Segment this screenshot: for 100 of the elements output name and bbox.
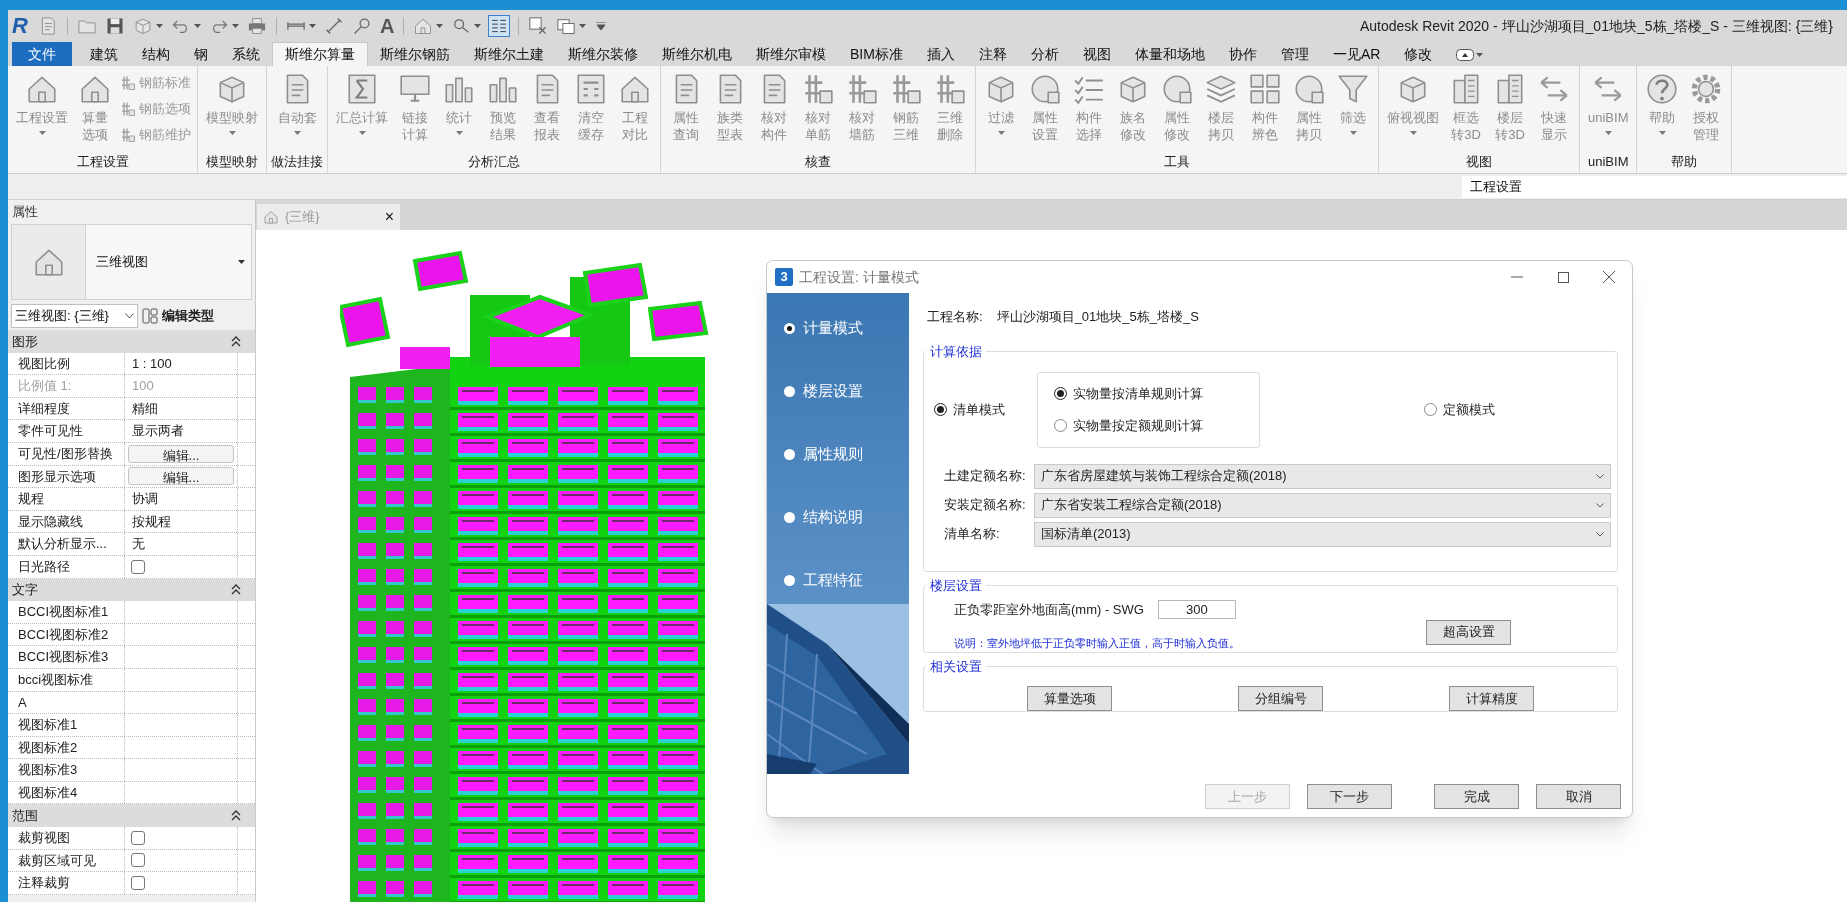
dialog-button[interactable]: 完成 xyxy=(1434,784,1519,809)
ribbon-tab[interactable]: 注释 xyxy=(966,42,1019,66)
ribbon-tab[interactable]: 管理 xyxy=(1268,42,1321,66)
ribbon-tab[interactable]: 斯维尔装修 xyxy=(556,42,650,66)
instance-select[interactable]: 三维视图: {三维} xyxy=(11,304,138,328)
property-name: 默认分析显示... xyxy=(8,533,125,555)
nav-item[interactable]: 楼层设置 xyxy=(784,379,909,403)
thin-lines-icon[interactable] xyxy=(489,16,510,36)
house-icon[interactable] xyxy=(413,16,434,36)
maximize-icon[interactable] xyxy=(1557,271,1569,283)
dialog-button[interactable]: 算量选项 xyxy=(1027,686,1112,711)
dialog-button[interactable]: 分组编号 xyxy=(1238,686,1323,711)
ribbon-tab[interactable]: 修改 xyxy=(1392,42,1445,66)
ribbon-tab[interactable]: 斯维尔审模 xyxy=(744,42,838,66)
section-header[interactable]: 文字 xyxy=(8,578,255,602)
close-icon[interactable] xyxy=(1603,271,1615,283)
caret-icon xyxy=(1658,131,1666,135)
house-icon xyxy=(263,209,279,225)
ribbon-tab[interactable]: 斯维尔算量 xyxy=(272,42,368,66)
collapse-icon[interactable] xyxy=(231,584,241,596)
property-value: 100 xyxy=(131,377,154,396)
nav-item[interactable]: 结构说明 xyxy=(784,505,909,529)
caret-icon xyxy=(156,24,163,28)
nav-item[interactable]: 计量模式 xyxy=(784,316,909,340)
text-tool[interactable]: A xyxy=(380,16,395,36)
ribbon-tab[interactable]: 视图 xyxy=(1070,42,1123,66)
ribbon-tab[interactable]: 系统 xyxy=(220,42,272,66)
radio-button[interactable]: 实物量按定额规则计算 xyxy=(1054,415,1259,435)
switch-windows-icon[interactable] xyxy=(556,16,577,36)
caret-icon xyxy=(194,24,201,28)
radio-button[interactable]: 实物量按清单规则计算 xyxy=(1054,384,1259,404)
group-title: 做法挂接 xyxy=(270,153,324,172)
ribbon-tab[interactable]: 斯维尔钢筋 xyxy=(368,42,462,66)
group-title: 视图 xyxy=(1465,153,1493,172)
section-header[interactable]: 图形 xyxy=(8,330,255,353)
group-title: 工具 xyxy=(1163,153,1191,172)
view-tab[interactable]: {三维} × xyxy=(257,204,400,230)
type-selector[interactable]: 三维视图 xyxy=(11,224,252,300)
ribbon-tab[interactable]: 钢 xyxy=(182,42,220,66)
dropdown-field[interactable]: 国标清单(2013) xyxy=(1034,521,1611,547)
ribbon-tab[interactable]: 结构 xyxy=(130,42,182,66)
radio-button[interactable]: 定额模式 xyxy=(1424,399,1495,420)
chevron-down-icon xyxy=(125,313,134,319)
edit-button[interactable]: 编辑... xyxy=(128,467,234,486)
property-name: 零件可见性 xyxy=(8,420,125,442)
property-name: 裁剪区域可见 xyxy=(8,849,125,872)
radio-button[interactable]: 清单模式 xyxy=(934,399,1005,420)
group-title: 分析汇总 xyxy=(467,153,521,172)
property-name: 视图标准2 xyxy=(8,736,125,759)
field-label: 正负零距室外地面高(mm) - SWG xyxy=(954,600,1144,619)
edit-type-button[interactable]: 编辑类型 xyxy=(142,306,214,326)
save-icon[interactable] xyxy=(105,16,125,36)
collapse-icon[interactable] xyxy=(231,335,241,347)
edit-button[interactable]: 编辑... xyxy=(128,444,234,463)
property-value: 协调 xyxy=(131,490,158,509)
group-legend: 楼层设置 xyxy=(926,576,986,596)
ribbon-tab[interactable]: 插入 xyxy=(914,42,967,66)
property-name: BCCI视图标准1 xyxy=(8,601,125,623)
dimension-icon[interactable] xyxy=(324,16,344,36)
printer-icon[interactable] xyxy=(247,16,267,36)
panel-toggle-icon[interactable] xyxy=(1456,49,1475,61)
caret-icon xyxy=(579,24,587,28)
checkbox[interactable] xyxy=(131,853,145,868)
app-logo[interactable]: R xyxy=(12,15,34,37)
dialog-button[interactable]: 超高设置 xyxy=(1426,619,1511,645)
section-header[interactable]: 范围 xyxy=(8,804,255,828)
grid-icon xyxy=(1248,72,1282,106)
ribbon-tab[interactable]: 文件 xyxy=(12,42,72,66)
caret-icon xyxy=(309,24,316,28)
dialog-button[interactable]: 下一步 xyxy=(1307,784,1392,809)
group-title: uniBIM xyxy=(1587,153,1630,172)
calculator-icon xyxy=(574,72,608,106)
checkbox[interactable] xyxy=(131,830,145,845)
section-title: 文字 xyxy=(12,581,38,600)
dropdown-field[interactable]: 广东省安装工程综合定额(2018) xyxy=(1034,492,1611,518)
close-windows-icon[interactable] xyxy=(528,16,549,36)
ribbon-tab[interactable]: 建筑 xyxy=(78,42,130,66)
ribbon-tab[interactable]: 斯维尔机电 xyxy=(650,42,744,66)
close-button[interactable]: × xyxy=(384,209,394,225)
group-title: 核查 xyxy=(804,153,832,172)
nav-item[interactable]: 属性规则 xyxy=(784,442,909,466)
ribbon-tab[interactable]: 斯维尔土建 xyxy=(462,42,556,66)
checkbox[interactable] xyxy=(131,876,145,891)
ribbon-tab[interactable]: 协作 xyxy=(1216,42,1269,66)
ribbon-tab[interactable]: 体量和场地 xyxy=(1122,42,1217,66)
collapse-icon[interactable] xyxy=(231,810,241,822)
checkbox[interactable] xyxy=(131,559,145,574)
edit-type-icon xyxy=(142,308,158,324)
dialog-button[interactable]: 取消 xyxy=(1536,784,1621,809)
ribbon-tab[interactable]: 一见AR xyxy=(1320,42,1393,66)
caret-icon xyxy=(38,131,46,135)
sigma-icon xyxy=(345,72,379,106)
ribbon-tab[interactable]: BIM标准 xyxy=(838,42,915,66)
number-field[interactable]: 300 xyxy=(1157,599,1236,619)
dropdown-field[interactable]: 广东省房屋建筑与装饰工程综合定额(2018) xyxy=(1034,463,1611,489)
caret-icon xyxy=(455,131,463,135)
dialog-button[interactable]: 计算精度 xyxy=(1449,686,1534,711)
ribbon-tab[interactable]: 分析 xyxy=(1018,42,1071,66)
customize-icon[interactable] xyxy=(596,22,607,30)
options-field[interactable]: 工程设置 xyxy=(1462,175,1847,198)
